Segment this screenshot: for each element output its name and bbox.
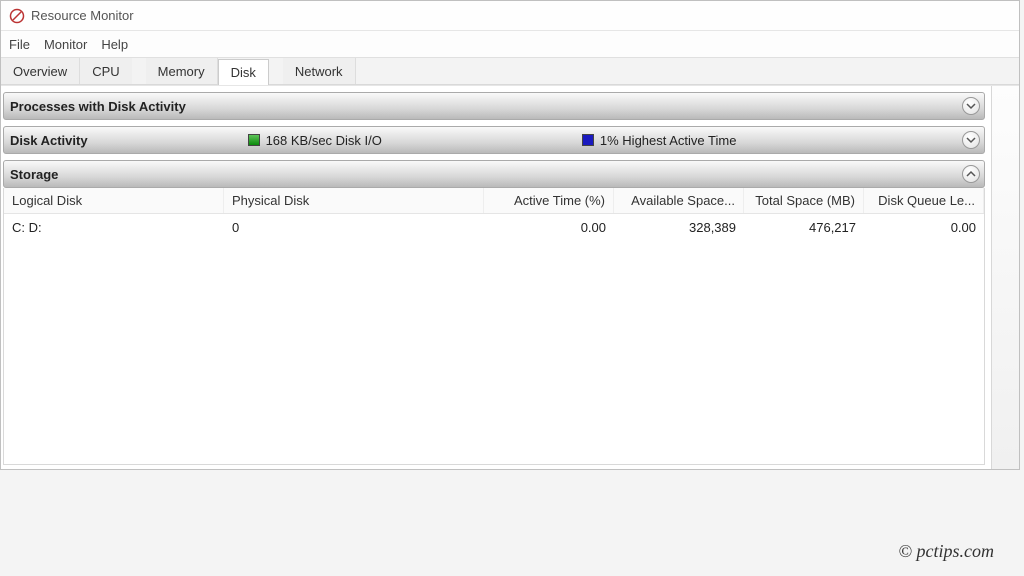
green-swatch-icon <box>248 134 260 146</box>
menu-monitor[interactable]: Monitor <box>44 37 87 52</box>
menu-file[interactable]: File <box>9 37 30 52</box>
blue-swatch-icon <box>582 134 594 146</box>
col-available-space[interactable]: Available Space... <box>614 188 744 213</box>
tab-memory[interactable]: Memory <box>146 58 218 84</box>
section-processes-title: Processes with Disk Activity <box>10 99 186 114</box>
cell-active-time: 0.00 <box>484 220 614 235</box>
col-logical-disk[interactable]: Logical Disk <box>4 188 224 213</box>
section-storage-title: Storage <box>10 167 58 182</box>
cell-logical-disk: C: D: <box>4 220 224 235</box>
storage-table-header: Logical Disk Physical Disk Active Time (… <box>4 188 984 214</box>
section-disk-activity-title: Disk Activity <box>10 133 88 148</box>
resource-monitor-window: Resource Monitor File Monitor Help Overv… <box>0 0 1020 470</box>
left-panel: Processes with Disk Activity Disk Activi… <box>1 86 991 469</box>
col-total-space[interactable]: Total Space (MB) <box>744 188 864 213</box>
storage-table: Logical Disk Physical Disk Active Time (… <box>3 188 985 465</box>
cell-physical-disk: 0 <box>224 220 484 235</box>
col-physical-disk[interactable]: Physical Disk <box>224 188 484 213</box>
chevron-up-icon[interactable] <box>962 165 980 183</box>
section-storage-header[interactable]: Storage <box>3 160 985 188</box>
titlebar: Resource Monitor <box>1 1 1019 31</box>
cell-total-space: 476,217 <box>744 220 864 235</box>
tab-network[interactable]: Network <box>283 58 356 84</box>
disk-io-metric: 168 KB/sec Disk I/O <box>248 133 382 148</box>
watermark-text: © pctips.com <box>898 541 994 562</box>
cell-available-space: 328,389 <box>614 220 744 235</box>
right-panel-collapsed[interactable] <box>991 86 1019 469</box>
chevron-down-icon[interactable] <box>962 131 980 149</box>
col-disk-queue[interactable]: Disk Queue Le... <box>864 188 984 213</box>
tab-overview[interactable]: Overview <box>1 58 80 84</box>
cell-disk-queue: 0.00 <box>864 220 984 235</box>
active-time-metric: 1% Highest Active Time <box>582 133 737 148</box>
section-processes-header[interactable]: Processes with Disk Activity <box>3 92 985 120</box>
section-disk-activity-header[interactable]: Disk Activity 168 KB/sec Disk I/O 1% Hig… <box>3 126 985 154</box>
table-empty-area <box>4 240 984 464</box>
tabstrip: Overview CPU Memory Disk Network <box>1 57 1019 85</box>
menu-help[interactable]: Help <box>101 37 128 52</box>
content-area: Processes with Disk Activity Disk Activi… <box>1 85 1019 469</box>
tab-cpu[interactable]: CPU <box>80 58 131 84</box>
app-icon <box>9 8 25 24</box>
chevron-down-icon[interactable] <box>962 97 980 115</box>
window-title: Resource Monitor <box>31 8 134 23</box>
table-row[interactable]: C: D: 0 0.00 328,389 476,217 0.00 <box>4 214 984 240</box>
menubar: File Monitor Help <box>1 31 1019 57</box>
col-active-time[interactable]: Active Time (%) <box>484 188 614 213</box>
tab-disk[interactable]: Disk <box>218 59 269 85</box>
